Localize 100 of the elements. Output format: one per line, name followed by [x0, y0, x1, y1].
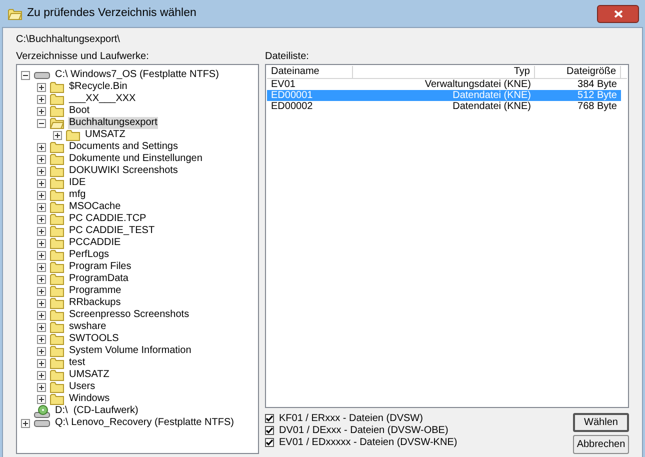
tree-label: Verzeichnisse und Laufwerke: — [16, 50, 150, 63]
expand-toggle[interactable] — [37, 190, 46, 200]
open-folder-icon — [8, 8, 22, 20]
expand-toggle[interactable] — [37, 274, 46, 284]
tree-item[interactable]: Documents and Settings — [68, 141, 179, 153]
expand-toggle[interactable] — [37, 286, 46, 296]
folder-icon — [50, 357, 64, 369]
tree-item[interactable]: Boot — [68, 105, 91, 117]
tree-item[interactable]: PC CADDIE_TEST — [68, 225, 156, 237]
folder-icon — [50, 165, 64, 177]
expand-toggle[interactable] — [37, 262, 46, 272]
expand-toggle[interactable] — [37, 382, 46, 392]
expand-toggle[interactable] — [37, 322, 46, 332]
expand-toggle[interactable] — [37, 394, 46, 404]
tree-item[interactable]: UMSATZ — [84, 129, 126, 141]
folder-icon — [50, 321, 64, 333]
tree-item[interactable]: DOKUWIKI Screenshots — [68, 165, 179, 177]
expand-toggle[interactable] — [37, 154, 46, 164]
tree-item[interactable]: PerfLogs — [68, 249, 110, 261]
tree-item[interactable]: Dokumente und Einstellungen — [68, 153, 204, 165]
collapse-toggle[interactable] — [21, 70, 30, 80]
folder-icon — [50, 201, 64, 213]
expand-toggle[interactable] — [37, 238, 46, 248]
tree-item[interactable]: C:\ Windows7_OS (Festplatte NTFS) — [54, 69, 220, 81]
tree-item[interactable]: Q:\ Lenovo_Recovery (Festplatte NTFS) — [54, 417, 235, 429]
close-icon — [614, 10, 622, 18]
expand-toggle[interactable] — [37, 226, 46, 236]
expand-toggle[interactable] — [37, 298, 46, 308]
folder-icon — [50, 93, 64, 105]
folder-icon — [50, 393, 64, 405]
folder-icon — [50, 309, 64, 321]
choose-button[interactable]: Wählen — [573, 413, 629, 432]
expand-toggle[interactable] — [37, 94, 46, 104]
tree-item[interactable]: ___XX___XXX — [68, 93, 137, 105]
expand-toggle[interactable] — [37, 214, 46, 224]
table-cell-text: Datendatei (KNE) — [452, 101, 532, 112]
expand-toggle[interactable] — [21, 418, 30, 428]
expand-toggle[interactable] — [37, 178, 46, 188]
tree-item[interactable]: Users — [68, 381, 96, 393]
tree-item[interactable]: Buchhaltungsexport — [68, 117, 158, 129]
tree-item[interactable]: Screenpresso Screenshots — [68, 309, 190, 321]
expand-toggle[interactable] — [37, 370, 46, 380]
expand-toggle[interactable] — [37, 82, 46, 92]
folder-icon — [50, 213, 64, 225]
tree-item[interactable]: PC CADDIE.TCP — [68, 213, 148, 225]
tree-item[interactable]: RRbackups — [68, 297, 122, 309]
table-cell-text: ED00002 — [270, 101, 314, 112]
file-row[interactable]: EV01 Verwaltungsdatei (KNE) 384 Byte — [267, 79, 621, 90]
expand-toggle[interactable] — [37, 334, 46, 344]
column-header[interactable]: Dateiname — [267, 66, 353, 78]
current-path: C:\Buchhaltungsexport\ — [16, 33, 121, 47]
expand-toggle[interactable] — [53, 130, 62, 140]
folder-icon — [50, 285, 64, 297]
tree-item[interactable]: mfg — [68, 189, 87, 201]
tree-item[interactable]: ProgramData — [68, 273, 130, 285]
folder-icon — [50, 105, 64, 117]
tree-item[interactable]: $Recycle.Bin — [68, 81, 128, 93]
table-cell-text: Verwaltungsdatei (KNE) — [424, 79, 532, 90]
tree-item[interactable]: D:\ (CD-Laufwerk) — [54, 405, 140, 417]
checkbox[interactable] — [265, 414, 274, 422]
expand-toggle[interactable] — [37, 250, 46, 260]
tree-item[interactable]: swshare — [68, 321, 108, 333]
expand-toggle[interactable] — [37, 202, 46, 212]
checkbox[interactable] — [265, 438, 274, 446]
tree-item[interactable]: PCCADDIE — [68, 237, 122, 249]
folder-icon — [50, 345, 64, 357]
column-header[interactable]: Dateigröße — [535, 66, 621, 78]
tree-item[interactable]: Program Files — [68, 261, 132, 273]
tree-item[interactable]: UMSATZ — [68, 369, 110, 381]
expand-toggle[interactable] — [37, 358, 46, 368]
tree-item[interactable]: MSOCache — [68, 201, 122, 213]
folder-icon — [50, 381, 64, 393]
checkbox[interactable] — [265, 426, 274, 434]
folder-icon — [50, 249, 64, 261]
folder-icon — [50, 297, 64, 309]
tree-item[interactable]: Windows — [68, 393, 111, 405]
cd-drive-icon — [34, 404, 50, 418]
expand-toggle[interactable] — [37, 142, 46, 152]
tree-item[interactable]: System Volume Information — [68, 345, 192, 357]
file-row[interactable]: ED00002 Datendatei (KNE) 768 Byte — [267, 101, 621, 112]
table-cell-text: Datendatei (KNE) — [452, 90, 532, 101]
folder-icon — [50, 333, 64, 345]
tree-item[interactable]: IDE — [68, 177, 87, 189]
table-cell-text: ED00001 — [270, 90, 314, 101]
table-cell-text: EV01 — [270, 79, 296, 90]
folder-icon — [50, 369, 64, 381]
cancel-button[interactable]: Abbrechen — [573, 435, 629, 454]
tree-item[interactable]: test — [68, 357, 86, 369]
close-button[interactable] — [597, 4, 639, 22]
tree-item[interactable]: SWTOOLS — [68, 333, 120, 345]
expand-toggle[interactable] — [37, 310, 46, 320]
folder-icon — [50, 225, 64, 237]
expand-toggle[interactable] — [37, 166, 46, 176]
column-header[interactable]: Typ — [353, 66, 535, 78]
expand-toggle[interactable] — [37, 106, 46, 116]
expand-toggle[interactable] — [37, 346, 46, 356]
folder-icon — [50, 189, 64, 201]
tree-item[interactable]: Programme — [68, 285, 122, 297]
folder-icon — [50, 273, 64, 285]
collapse-toggle[interactable] — [37, 118, 46, 128]
